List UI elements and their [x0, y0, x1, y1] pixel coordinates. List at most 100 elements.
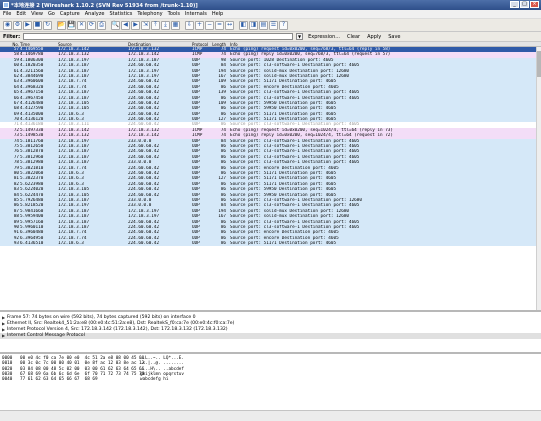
cell-protocol: UDP: [192, 241, 200, 247]
start-button[interactable]: ▶: [23, 20, 32, 30]
menu-capture[interactable]: Capture: [60, 11, 80, 17]
colorize-icon: ▦: [172, 21, 179, 28]
capture-filter-icon: ◧: [240, 21, 247, 28]
preferences-button[interactable]: ☰: [269, 20, 278, 30]
menu-help[interactable]: Help: [212, 11, 223, 17]
top-button[interactable]: ⤒: [151, 20, 160, 30]
save-icon: 💾: [67, 21, 76, 28]
cell-time: 6.4136510: [20, 241, 44, 247]
reload-icon: ⟳: [88, 21, 95, 28]
scrollbar-thumb[interactable]: [537, 51, 541, 77]
cell-no: 93: [13, 241, 19, 247]
menu-go[interactable]: Go: [48, 11, 55, 17]
packet-details: ▶ Frame 57: 74 bytes on wire (592 bits), …: [0, 314, 541, 354]
expression-button[interactable]: Expression...: [306, 34, 342, 40]
filter-input[interactable]: [23, 33, 294, 40]
window-controls: _ □ ×: [510, 1, 539, 8]
colorize-button[interactable]: ▦: [171, 20, 180, 30]
cell-destination: 224.60.60.42: [128, 241, 160, 247]
filter-dropdown[interactable]: ▼: [296, 33, 304, 40]
save-button[interactable]: 💾: [67, 20, 76, 30]
find-icon: 🔍: [111, 21, 120, 28]
autoscroll-icon: ⇩: [186, 21, 193, 28]
zoom-in-button[interactable]: +: [195, 20, 204, 30]
bytes-row: 0040 77 61 62 63 64 65 66 67 68 69 wabcdef…: [0, 377, 541, 382]
back-icon: ◀: [123, 21, 128, 28]
main-toolbar: ◉ ⚙ ▶ ■ ↻ 📂 💾 ✕ ⟳ ⎙ 🔍 ◀ ▶ ⇲ ⤒ ⤓ ▦ ⇩ + − = ↔ ◧ ◨ ▤ ☰?: [0, 19, 541, 32]
find-button[interactable]: 🔍: [111, 20, 120, 30]
interfaces-icon: ◉: [4, 21, 11, 28]
restart-button[interactable]: ↻: [43, 20, 52, 30]
cell-length: 86: [220, 241, 226, 247]
resize-columns-button[interactable]: ↔: [225, 20, 234, 30]
maximize-button[interactable]: □: [520, 1, 529, 8]
preferences-icon: ☰: [270, 21, 277, 28]
clear-button[interactable]: Clear: [345, 34, 362, 40]
coloring-rules-button[interactable]: ▤: [259, 20, 268, 30]
restart-icon: ↻: [44, 21, 51, 28]
close-file-button[interactable]: ✕: [77, 20, 86, 30]
detail-text: Internet Protocol Version 4, Src: 172.18…: [7, 326, 228, 332]
reload-button[interactable]: ⟳: [87, 20, 96, 30]
menu-analyze[interactable]: Analyze: [85, 11, 105, 17]
menu-tools[interactable]: Tools: [168, 11, 180, 17]
cell-info: Source port: 51171 Destination port: 460…: [230, 241, 337, 247]
resize-columns-icon: ↔: [226, 21, 233, 28]
menu-file[interactable]: File: [3, 11, 11, 17]
minimize-button[interactable]: _: [510, 1, 519, 8]
options-button[interactable]: ⚙: [13, 20, 22, 30]
zoom-in-icon: +: [196, 21, 203, 28]
print-icon: ⎙: [99, 21, 104, 28]
packet-list-scrollbar[interactable]: [536, 47, 541, 310]
bytes-ascii: wabcdefg hi: [140, 377, 169, 383]
menu-internals[interactable]: Internals: [185, 11, 207, 17]
zoom-normal-button[interactable]: =: [215, 20, 224, 30]
packet-list: No. Time Source Destination Protocol Length In…: [0, 42, 541, 312]
menu-telephony[interactable]: Telephony: [137, 11, 162, 17]
capture-filter-button[interactable]: ◧: [239, 20, 248, 30]
open-button[interactable]: 📂: [57, 20, 66, 30]
menu-view[interactable]: View: [31, 11, 43, 17]
title-bar: *本地连接 2 [Wireshark 1.10.2 (SVN Rev 51934…: [0, 0, 541, 10]
window-title: *本地连接 2 [Wireshark 1.10.2 (SVN Rev 51934…: [11, 2, 198, 9]
bytes-offset: 0040: [2, 377, 13, 383]
wireshark-icon: [3, 2, 9, 8]
print-button[interactable]: ⎙: [97, 20, 106, 30]
menu-edit[interactable]: Edit: [16, 11, 26, 17]
top-icon: ⤒: [154, 21, 157, 28]
back-button[interactable]: ◀: [121, 20, 130, 30]
forward-button[interactable]: ▶: [131, 20, 140, 30]
close-file-icon: ✕: [78, 21, 85, 28]
cell-source: 172.18.6.3: [58, 241, 84, 247]
goto-icon: ⇲: [142, 21, 149, 28]
status-bar: [0, 410, 541, 421]
filter-label: Filter:: [3, 33, 21, 40]
save-button[interactable]: Save: [386, 34, 402, 40]
apply-button[interactable]: Apply: [365, 34, 383, 40]
zoom-out-button[interactable]: −: [205, 20, 214, 30]
help-button[interactable]: ?: [279, 20, 288, 30]
autoscroll-button[interactable]: ⇩: [185, 20, 194, 30]
display-filter-button[interactable]: ◨: [249, 20, 258, 30]
bytes-hex: 77 61 62 63 64 65 66 67 68 69: [20, 377, 98, 383]
chevron-down-icon: ▼: [298, 34, 302, 39]
zoom-out-icon: −: [206, 21, 213, 28]
display-filter-icon: ◨: [250, 21, 257, 28]
stop-icon: ■: [34, 21, 41, 28]
options-icon: ⚙: [14, 21, 21, 28]
interfaces-button[interactable]: ◉: [3, 20, 12, 30]
detail-text: Ethernet II, Src: Realtek4_51:2a:e8 (00:…: [7, 320, 235, 326]
close-button[interactable]: ×: [530, 1, 539, 8]
detail-text: Frame 57: 74 bytes on wire (592 bits), 7…: [7, 314, 196, 320]
forward-icon: ▶: [133, 21, 138, 28]
open-icon: 📂: [57, 21, 66, 28]
packet-list-rows: 57 4.1469550 172.18.3.142 172.18.3.132 ICMP 7…: [0, 47, 541, 247]
detail-row[interactable]: ▶ Internet Control Message Protocol: [0, 332, 541, 339]
detail-text: Internet Control Message Protocol: [7, 333, 85, 339]
table-row[interactable]: 93 6.4136510 172.18.6.3 224.60.60.42 UDP 86 So…: [0, 241, 541, 247]
bottom-button[interactable]: ⤓: [161, 20, 170, 30]
stop-button[interactable]: ■: [33, 20, 42, 30]
menu-statistics[interactable]: Statistics: [109, 11, 132, 17]
help-icon: ?: [281, 21, 286, 28]
goto-button[interactable]: ⇲: [141, 20, 150, 30]
